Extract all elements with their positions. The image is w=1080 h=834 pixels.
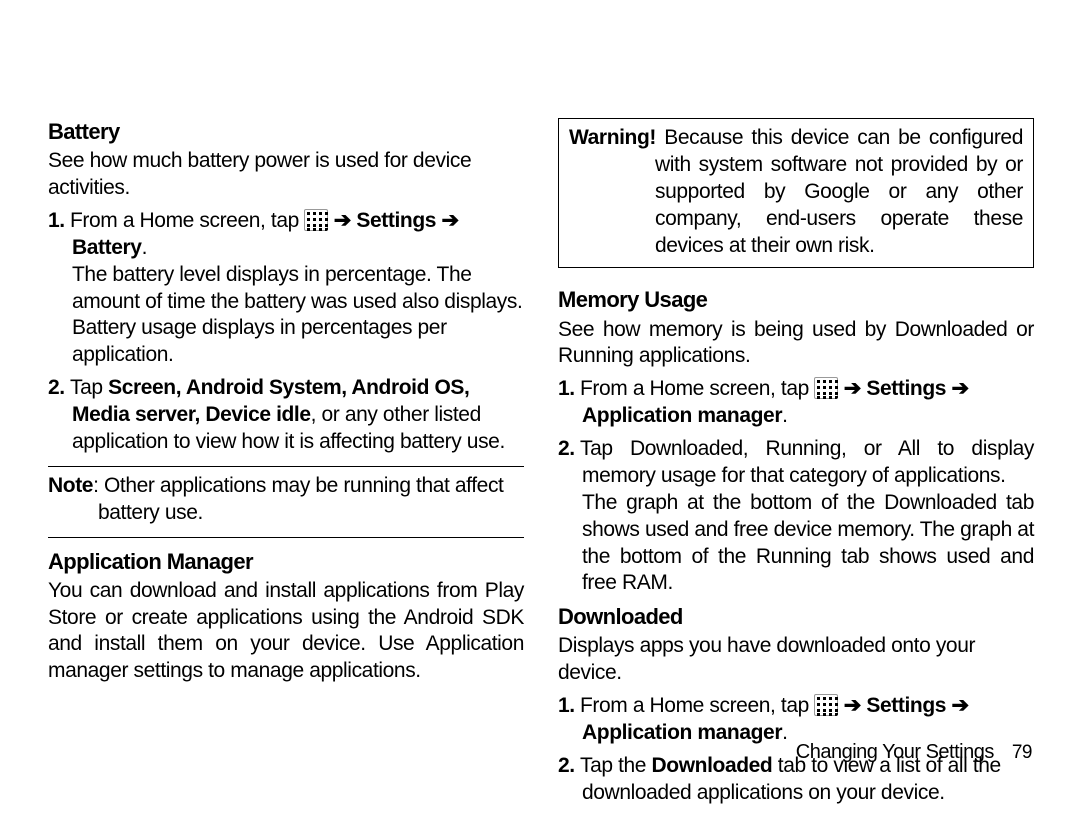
text-bold: Settings <box>861 377 952 400</box>
battery-step-1: 1.From a Home screen, tap ➔ Settings ➔ B… <box>48 208 524 369</box>
warning-body: Because this device can be configured wi… <box>655 126 1023 257</box>
arrow-icon: ➔ <box>951 694 968 717</box>
apps-grid-icon <box>814 694 838 716</box>
arrow-icon: ➔ <box>844 377 861 400</box>
page-number: 79 <box>1012 742 1032 763</box>
apps-grid-icon <box>814 377 838 399</box>
memory-step-2: 2.Tap Downloaded, Running, or All to dis… <box>558 436 1034 597</box>
list-number: 2. <box>48 375 70 402</box>
downloaded-step-1: 1.From a Home screen, tap ➔ Settings ➔ A… <box>558 693 1034 747</box>
text-bold: Battery <box>72 236 142 259</box>
heading-app-manager: Application Manager <box>48 548 524 576</box>
arrow-icon: ➔ <box>844 694 861 717</box>
text: . <box>142 236 147 259</box>
warning-text: Warning! Because this device can be conf… <box>569 125 1023 259</box>
text: From a Home screen, tap <box>580 377 814 400</box>
text-bold: Settings <box>351 209 442 232</box>
text-bold: Settings <box>861 694 952 717</box>
manual-page: Battery See how much battery power is us… <box>0 0 1080 834</box>
arrow-icon: ➔ <box>334 209 351 232</box>
separator <box>48 537 524 538</box>
apps-grid-icon <box>304 209 328 231</box>
text: From a Home screen, tap <box>580 694 814 717</box>
heading-battery: Battery <box>48 118 524 146</box>
right-column: Warning! Because this device can be conf… <box>558 118 1034 809</box>
text: . <box>782 721 787 744</box>
list-number: 2. <box>558 753 580 780</box>
text-bold: Application manager <box>582 404 782 427</box>
memory-intro: See how memory is being used by Download… <box>558 317 1034 371</box>
note-label: Note <box>48 474 93 497</box>
text: Tap Downloaded, Running, or All to displ… <box>580 437 1034 487</box>
text: . <box>782 404 787 427</box>
text: Tap <box>70 376 108 399</box>
app-manager-body: You can download and install application… <box>48 578 524 686</box>
separator <box>48 466 524 467</box>
battery-step-1-body: The battery level displays in percentage… <box>72 262 524 370</box>
arrow-icon: ➔ <box>951 377 968 400</box>
battery-note: Note: Other applications may be running … <box>48 473 524 527</box>
left-column: Battery See how much battery power is us… <box>48 118 524 809</box>
two-column-layout: Battery See how much battery power is us… <box>48 118 1034 809</box>
downloaded-intro: Displays apps you have downloaded onto y… <box>558 633 1034 687</box>
text-bold: Application manager <box>582 721 782 744</box>
text: From a Home screen, tap <box>70 209 304 232</box>
text: Tap the <box>580 754 652 777</box>
list-number: 2. <box>558 436 580 463</box>
list-number: 1. <box>558 693 580 720</box>
heading-memory-usage: Memory Usage <box>558 286 1034 314</box>
list-number: 1. <box>558 376 580 403</box>
battery-step-2: 2.Tap Screen, Android System, Android OS… <box>48 375 524 456</box>
memory-step-2-body: The graph at the bottom of the Downloade… <box>582 490 1034 598</box>
battery-intro: See how much battery power is used for d… <box>48 148 524 202</box>
list-number: 1. <box>48 208 70 235</box>
note-line: Note: Other applications may be running … <box>48 473 524 527</box>
text-bold: Downloaded <box>652 754 773 777</box>
warning-label: Warning! <box>569 126 656 149</box>
note-body: : Other applications may be running that… <box>93 474 503 524</box>
warning-box: Warning! Because this device can be conf… <box>558 118 1034 268</box>
page-footer: Changing Your Settings 79 <box>796 740 1032 766</box>
memory-step-1: 1.From a Home screen, tap ➔ Settings ➔ A… <box>558 376 1034 430</box>
chapter-title: Changing Your Settings <box>796 741 994 763</box>
heading-downloaded: Downloaded <box>558 603 1034 631</box>
arrow-icon: ➔ <box>441 209 458 232</box>
